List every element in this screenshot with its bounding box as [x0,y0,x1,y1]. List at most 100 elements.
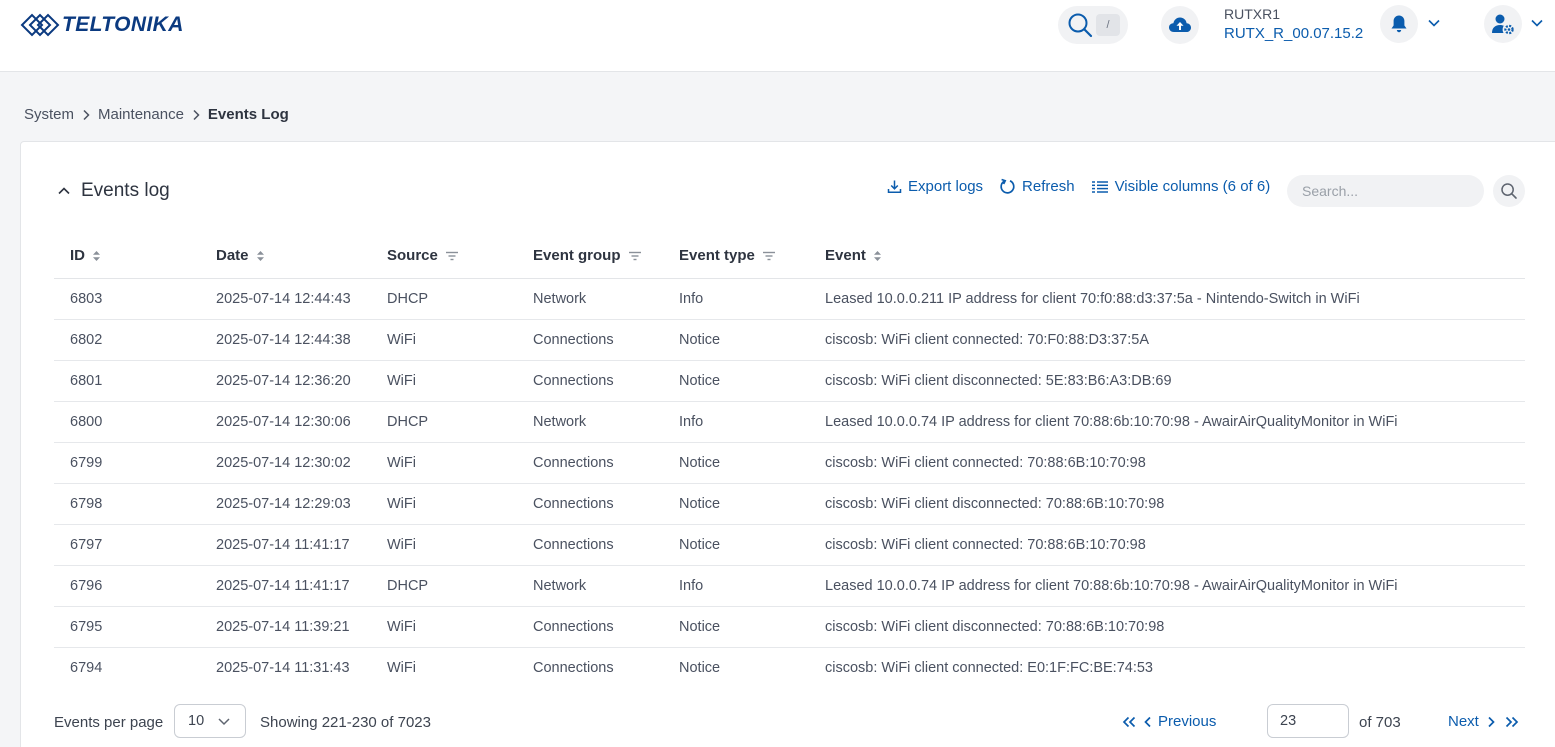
breadcrumb-events-log: Events Log [207,106,289,123]
table-header: ID Date Source Event group Event type Ev… [54,234,1525,279]
cloud-upload-icon [1169,17,1191,32]
search-icon [1068,13,1093,38]
cell-date: 2025-07-14 12:36:20 [216,373,351,389]
table-row: 6800 2025-07-14 12:30:06 DHCP Network In… [54,402,1525,443]
cell-id: 6799 [70,455,103,471]
cell-date: 2025-07-14 12:30:02 [216,455,351,471]
cell-event-type: Notice [679,660,721,676]
cell-event-type: Info [679,578,704,594]
card-toolbar: Export logs Refresh Visible columns (6 o… [887,178,1270,195]
refresh-label: Refresh [1022,178,1075,195]
user-menu-chevron-down-icon[interactable] [1530,18,1544,28]
column-header-id[interactable]: ID [70,247,101,264]
table-row: 6797 2025-07-14 11:41:17 WiFi Connection… [54,525,1525,566]
teltonika-logo[interactable]: TELTONIKA [20,9,184,41]
events-log-card: Events log Export logs Refresh Visible c… [20,141,1555,747]
cell-event-type: Info [679,291,704,307]
cell-source: WiFi [387,660,416,676]
cloud-button[interactable] [1161,6,1199,44]
notifications-button[interactable] [1380,5,1418,43]
page-number-input[interactable] [1267,704,1349,738]
cell-date: 2025-07-14 11:31:43 [216,660,350,676]
last-page-double-chevron-right-icon[interactable] [1504,716,1520,728]
cell-source: WiFi [387,619,416,635]
cell-event-group: Network [533,578,587,594]
cell-date: 2025-07-14 12:44:43 [216,291,351,307]
next-page-button[interactable]: Next [1448,713,1479,730]
sort-icon [256,250,264,261]
cell-source: WiFi [387,332,416,348]
cell-source: DHCP [387,414,429,430]
cell-event: ciscosb: WiFi client disconnected: 70:88… [825,619,1165,635]
pagination-previous: Previous [1121,713,1216,730]
user-menu-button[interactable] [1484,5,1522,43]
first-page-double-chevron-left-icon[interactable] [1121,716,1137,728]
events-table: ID Date Source Event group Event type Ev… [54,234,1525,689]
cell-event-type: Notice [679,619,721,635]
events-per-page-label: Events per page [54,714,164,731]
export-logs-button[interactable]: Export logs [887,178,983,195]
filter-icon [445,251,458,260]
cell-event-group: Connections [533,537,614,553]
cell-id: 6803 [70,291,103,307]
cell-source: DHCP [387,291,429,307]
collapse-chevron-up-icon[interactable] [57,186,71,196]
filter-icon [628,251,641,260]
cell-date: 2025-07-14 11:41:17 [216,578,350,594]
showing-range-text: Showing 221-230 of 7023 [260,714,431,731]
cell-event-group: Network [533,291,587,307]
cell-id: 6802 [70,332,103,348]
column-header-event-group[interactable]: Event group [533,247,642,264]
refresh-button[interactable]: Refresh [999,178,1075,195]
download-icon [887,180,902,194]
cell-source: DHCP [387,578,429,594]
events-per-page-select[interactable]: 10 [174,704,246,738]
sort-icon [93,250,100,261]
cell-event: Leased 10.0.0.74 IP address for client 7… [825,414,1398,430]
column-header-event-type[interactable]: Event type [679,247,776,264]
export-logs-label: Export logs [908,178,984,195]
cell-date: 2025-07-14 12:44:38 [216,332,351,348]
total-pages-text: of 703 [1359,714,1401,731]
events-search-button[interactable] [1493,175,1525,207]
table-row: 6801 2025-07-14 12:36:20 WiFi Connection… [54,361,1525,402]
cell-event-group: Network [533,414,587,430]
cell-event-type: Notice [679,373,721,389]
chevron-down-icon [218,718,230,726]
user-settings-icon [1492,14,1514,35]
cell-event: ciscosb: WiFi client connected: 70:88:6B… [825,537,1146,553]
breadcrumb-system[interactable]: System [24,106,74,123]
cell-event-type: Info [679,414,704,430]
sort-icon [873,250,881,261]
cell-source: WiFi [387,537,416,553]
pagination-next: Next [1448,713,1520,730]
notifications-chevron-down-icon[interactable] [1427,18,1441,28]
chevron-right-icon [192,109,200,121]
card-title: Events log [81,180,170,201]
events-search-input[interactable] [1287,175,1484,207]
column-header-date[interactable]: Date [216,247,265,264]
column-header-event[interactable]: Event [825,247,882,264]
previous-page-button[interactable]: Previous [1158,713,1216,730]
cell-date: 2025-07-14 11:41:17 [216,537,350,553]
cell-id: 6801 [70,373,103,389]
table-row: 6799 2025-07-14 12:30:02 WiFi Connection… [54,443,1525,484]
cell-source: WiFi [387,373,416,389]
pagination-bar: Events per page 10 Showing 221-230 of 70… [54,704,1525,744]
cell-id: 6797 [70,537,103,553]
cell-id: 6796 [70,578,103,594]
global-search-button[interactable]: / [1058,6,1128,44]
cell-event: ciscosb: WiFi client connected: 70:88:6B… [825,455,1146,471]
cell-event-type: Notice [679,455,721,471]
breadcrumb-maintenance[interactable]: Maintenance [98,106,184,123]
column-header-source[interactable]: Source [387,247,459,264]
visible-columns-label: Visible columns (6 of 6) [1114,178,1271,195]
visible-columns-button[interactable]: Visible columns (6 of 6) [1091,178,1271,195]
table-row: 6795 2025-07-14 11:39:21 WiFi Connection… [54,607,1525,648]
cell-date: 2025-07-14 12:30:06 [216,414,351,430]
refresh-icon [1000,178,1015,194]
device-name: RUTXR1 [1224,6,1281,22]
firmware-version-link[interactable]: RUTX_R_00.07.15.2 [1224,25,1363,42]
cell-event-group: Connections [533,660,614,676]
cell-event: ciscosb: WiFi client connected: E0:1F:FC… [825,660,1153,676]
